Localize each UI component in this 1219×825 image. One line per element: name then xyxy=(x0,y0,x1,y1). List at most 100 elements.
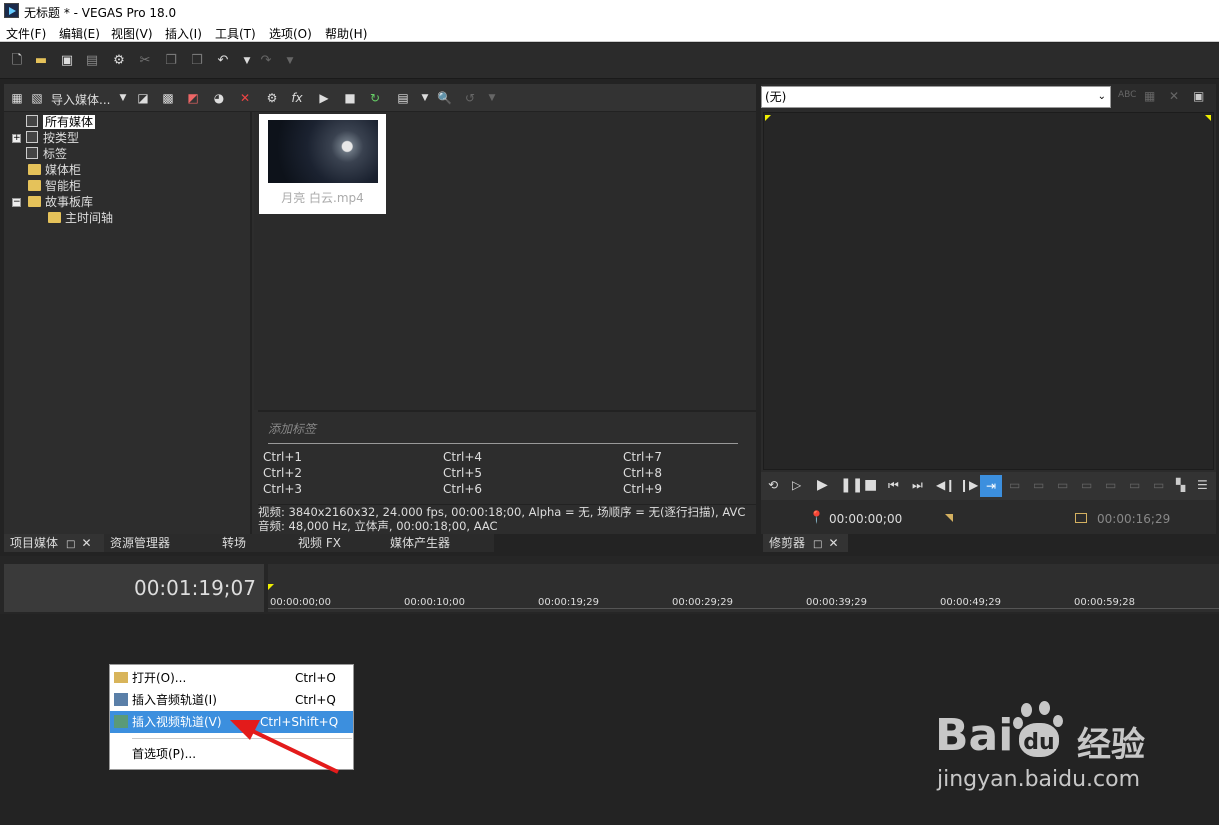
remove-unused-icon[interactable]: ◩ xyxy=(186,91,200,105)
get-media-icon[interactable]: ◪ xyxy=(136,91,150,105)
go-to-end-icon[interactable]: ⏭ xyxy=(912,478,923,493)
menu-item-open[interactable]: 打开(O)... Ctrl+O xyxy=(110,667,353,689)
views-dropdown-icon[interactable]: ▼ xyxy=(418,91,432,105)
import-icon[interactable]: ▦ xyxy=(10,91,24,105)
subclip-icon[interactable]: ▭ xyxy=(1105,478,1116,492)
tab-transitions[interactable]: 转场 xyxy=(216,534,292,552)
in-marker-icon[interactable] xyxy=(945,514,953,522)
menu-help[interactable]: 帮助(H) xyxy=(325,25,367,42)
tree-item-smart-bins[interactable]: 智能柜 xyxy=(28,178,81,194)
ruler-label: 00:00:39;29 xyxy=(806,597,868,608)
trimmer-layout-icon[interactable]: ▣ xyxy=(1193,89,1204,103)
play-icon[interactable]: ▶ xyxy=(317,91,331,105)
save-icon[interactable]: ▣ xyxy=(60,54,74,68)
tree-item-bins[interactable]: 媒体柜 xyxy=(28,162,81,178)
menu-file[interactable]: 文件(F) xyxy=(6,25,46,42)
trimmer-source-dropdown[interactable]: (无) ⌄ xyxy=(761,86,1111,108)
maximize-icon[interactable]: □ xyxy=(66,539,75,550)
media-bin-icon xyxy=(26,147,38,159)
window-title: 无标题 * - VEGAS Pro 18.0 xyxy=(24,6,177,20)
chevron-down-icon[interactable]: ⌄ xyxy=(1098,87,1106,107)
menu-insert[interactable]: 插入(I) xyxy=(165,25,202,42)
media-fx-icon[interactable]: fx xyxy=(290,91,304,105)
menu-view[interactable]: 视图(V) xyxy=(111,25,153,42)
import-media-button[interactable]: 导入媒体... xyxy=(51,91,110,108)
add-right-icon[interactable]: ▭ xyxy=(1033,478,1044,492)
playhead-icon[interactable] xyxy=(268,584,274,590)
audio-track-icon xyxy=(114,693,128,706)
refresh-dropdown-icon[interactable]: ▼ xyxy=(485,91,499,105)
fill-icon[interactable]: ▭ xyxy=(1081,478,1092,492)
cut-icon[interactable]: ✂ xyxy=(138,54,152,68)
snapshot-icon[interactable]: ▭ xyxy=(1129,478,1140,492)
pause-icon[interactable]: ❚❚ xyxy=(840,477,863,493)
play-from-start-icon[interactable]: ▷ xyxy=(792,478,801,492)
trimmer-preview[interactable] xyxy=(763,112,1214,470)
next-frame-icon[interactable]: ❙▶ xyxy=(959,478,978,492)
ruler-baseline xyxy=(268,608,1219,609)
paste-icon[interactable]: ❒ xyxy=(190,54,204,68)
time-ruler[interactable]: 00:00:00;00 00:00:10;00 00:00:19;29 00:0… xyxy=(268,564,1219,612)
expand-icon[interactable]: + xyxy=(12,134,21,143)
media-bin-icon xyxy=(26,131,38,143)
tree-item-tags[interactable]: 标签 xyxy=(26,146,67,162)
search-icon[interactable]: 🔍 xyxy=(437,91,452,105)
out-marker-icon[interactable] xyxy=(1075,513,1087,523)
tab-explorer[interactable]: 资源管理器 xyxy=(104,534,216,552)
media-properties-icon[interactable]: ▩ xyxy=(161,91,175,105)
maximize-icon[interactable]: □ xyxy=(813,539,822,550)
go-to-start-icon[interactable]: ⏮ xyxy=(888,478,899,493)
menu-tools[interactable]: 工具(T) xyxy=(215,25,256,42)
menu-edit[interactable]: 编辑(E) xyxy=(59,25,100,42)
undo-dropdown-icon[interactable]: ▼ xyxy=(240,54,254,68)
insert-icon[interactable]: ▭ xyxy=(1009,478,1020,492)
abc-icon[interactable]: ABC xyxy=(1118,90,1136,100)
render-icon[interactable]: ▤ xyxy=(85,54,99,68)
project-media-panel: ▦ ▧ 导入媒体... ▼ ◪ ▩ ◩ ◕ ✕ ⚙ fx ▶ ■ ↻ ▤ ▼ 🔍… xyxy=(4,84,756,534)
stop-icon[interactable]: ■ xyxy=(864,477,877,493)
menu-options[interactable]: 选项(O) xyxy=(269,25,312,42)
views-icon[interactable]: ▤ xyxy=(396,91,410,105)
auto-preview-icon[interactable]: ↻ xyxy=(368,91,382,105)
tree-item-by-type[interactable]: 按类型 xyxy=(26,130,79,146)
tree-item-main-timeline[interactable]: 主时间轴 xyxy=(48,210,113,226)
prev-frame-icon[interactable]: ◀❙ xyxy=(936,478,955,492)
tab-label: 修剪器 xyxy=(769,536,806,550)
close-icon[interactable]: ✕ xyxy=(81,536,91,550)
tab-trimmer[interactable]: 修剪器 □ ✕ xyxy=(763,534,848,552)
tab-media-generators[interactable]: 媒体产生器 xyxy=(384,534,494,552)
open-folder-icon[interactable]: ▬ xyxy=(34,54,48,68)
shortcut-ctrl7: Ctrl+7 xyxy=(623,450,663,464)
split-view-icon[interactable]: ▚ xyxy=(1176,478,1185,492)
delete-icon[interactable]: ✕ xyxy=(238,91,252,105)
tab-project-media[interactable]: 项目媒体 □ ✕ xyxy=(4,534,104,552)
settings-gear-icon[interactable]: ⚙ xyxy=(265,91,279,105)
overwrite-icon[interactable]: ⇥ xyxy=(980,475,1002,497)
media-web-icon[interactable]: ◕ xyxy=(212,91,226,105)
tab-video-fx[interactable]: 视频 FX xyxy=(292,534,384,552)
media-clip-card[interactable]: 月亮 白云.mp4 xyxy=(259,114,386,214)
undo-icon[interactable]: ↶ xyxy=(216,54,230,68)
menu-icon[interactable]: ☰ xyxy=(1197,478,1208,492)
close-icon[interactable]: ✕ xyxy=(828,536,838,550)
copy-icon[interactable]: ❐ xyxy=(164,54,178,68)
redo-icon[interactable]: ↷ xyxy=(259,54,273,68)
loop-icon[interactable]: ⟲ xyxy=(768,478,778,492)
import-dropdown-icon[interactable]: ▼ xyxy=(116,91,130,105)
play-icon[interactable]: ▶ xyxy=(817,477,828,493)
stop-icon[interactable]: ■ xyxy=(343,91,357,105)
refresh-icon[interactable]: ↺ xyxy=(463,91,477,105)
add-tag-placeholder[interactable]: 添加标签 xyxy=(268,420,316,437)
tree-item-all-media[interactable]: 所有媒体 xyxy=(26,114,96,130)
tree-item-storyboard[interactable]: 故事板库 xyxy=(28,194,93,210)
collapse-icon[interactable]: − xyxy=(12,198,21,207)
comment-icon[interactable]: ▭ xyxy=(1153,478,1164,492)
capture-icon[interactable]: ▧ xyxy=(30,91,44,105)
trimmer-grid-icon[interactable]: ▦ xyxy=(1144,89,1155,103)
properties-gear-icon[interactable]: ⚙ xyxy=(112,54,126,68)
redo-dropdown-icon[interactable]: ▼ xyxy=(283,54,297,68)
shortcut-ctrl1: Ctrl+1 xyxy=(263,450,303,464)
new-file-icon[interactable]: 🗋 xyxy=(10,54,24,68)
add-left-icon[interactable]: ▭ xyxy=(1057,478,1068,492)
trimmer-close-icon[interactable]: ✕ xyxy=(1169,89,1179,103)
